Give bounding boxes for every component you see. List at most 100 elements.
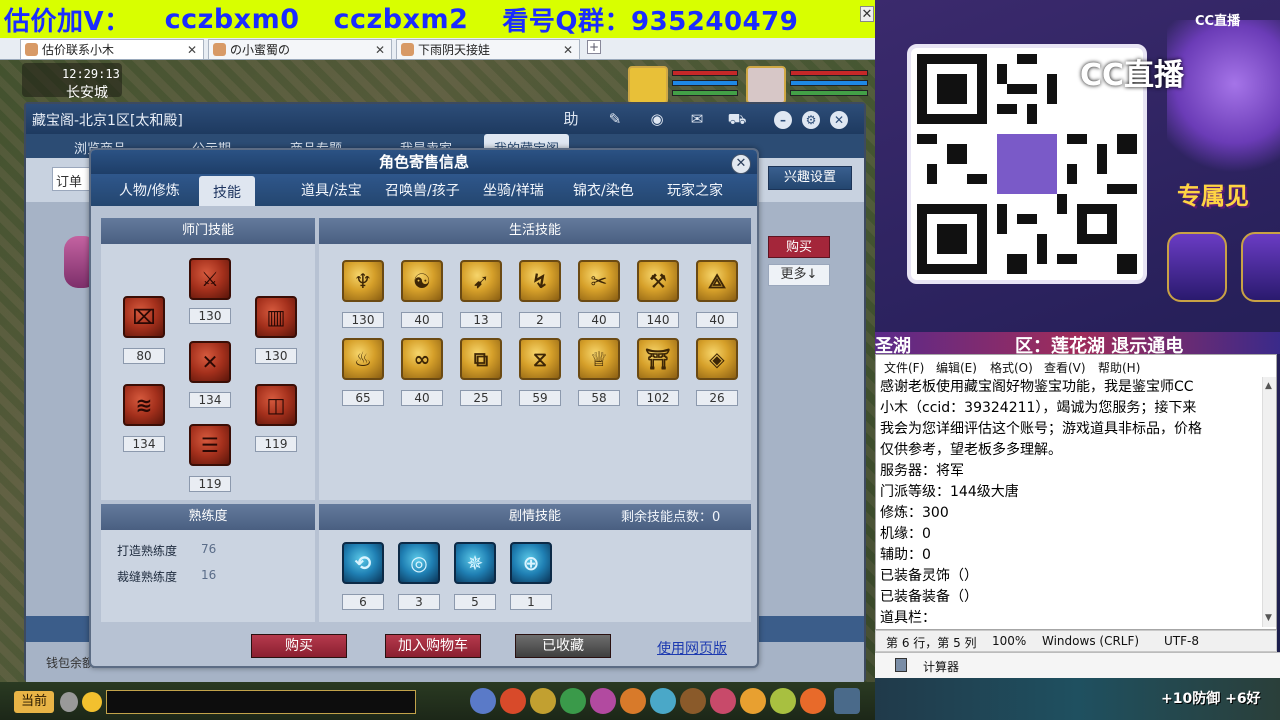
bag-icon[interactable] bbox=[680, 688, 706, 714]
school-skill-icon[interactable]: ≋ bbox=[123, 384, 165, 426]
mascot-image bbox=[1167, 20, 1280, 180]
tab-items[interactable]: 道具/法宝 bbox=[301, 180, 362, 200]
mail-icon[interactable] bbox=[590, 688, 616, 714]
life-skill-icon[interactable]: ⛩ bbox=[637, 338, 679, 380]
scroll-down-icon[interactable]: ▼ bbox=[1265, 613, 1272, 623]
browser-tab-2[interactable]: の小蜜蜀の ✕ bbox=[208, 39, 392, 59]
menu-edit[interactable]: 编辑(E) bbox=[936, 359, 977, 376]
life-skill-icon[interactable]: ✂ bbox=[578, 260, 620, 302]
skill-level: 130 bbox=[189, 308, 231, 324]
chat-icon[interactable]: ✉ bbox=[686, 109, 708, 129]
life-skill-icon[interactable]: ⧉ bbox=[460, 338, 502, 380]
close-icon[interactable]: ✕ bbox=[563, 43, 573, 57]
proficiency-value: 76 bbox=[201, 542, 217, 556]
web-version-link[interactable]: 使用网页版 bbox=[657, 638, 727, 658]
text-line: 感谢老板使用藏宝阁好物鉴宝功能，我是鉴宝师CC bbox=[880, 379, 1194, 395]
favorited-button[interactable]: 已收藏 bbox=[515, 634, 611, 658]
item-icon[interactable] bbox=[500, 688, 526, 714]
life-skill-icon[interactable]: ♨ bbox=[342, 338, 384, 380]
tab-pets[interactable]: 召唤兽/孩子 bbox=[385, 180, 460, 200]
skill-level: 6 bbox=[342, 594, 384, 610]
calculator-icon[interactable] bbox=[895, 658, 907, 672]
life-skill-icon[interactable]: ↯ bbox=[519, 260, 561, 302]
close-icon[interactable]: ✕ bbox=[375, 43, 385, 57]
close-button[interactable]: ✕ bbox=[731, 154, 751, 174]
minimize-button[interactable]: – bbox=[774, 111, 792, 129]
menu-help[interactable]: 帮助(H) bbox=[1098, 359, 1140, 376]
close-icon[interactable]: ✕ bbox=[860, 6, 874, 22]
dialog-tabs: 人物/修炼 技能 道具/法宝 召唤兽/孩子 坐骑/祥瑞 锦衣/染色 玩家之家 bbox=[91, 174, 757, 206]
tab-home[interactable]: 玩家之家 bbox=[667, 180, 723, 200]
school-skills-header: 师门技能 bbox=[101, 218, 315, 244]
life-skill-icon[interactable]: ⟁ bbox=[696, 260, 738, 302]
pet-icon[interactable] bbox=[710, 688, 736, 714]
mic-icon[interactable] bbox=[60, 692, 78, 712]
team-icon[interactable] bbox=[530, 688, 556, 714]
school-skill-icon[interactable]: ✕ bbox=[189, 341, 231, 383]
scroll-up-icon[interactable]: ▲ bbox=[1265, 381, 1272, 391]
help-button[interactable]: 助 bbox=[560, 109, 582, 129]
school-skill-icon[interactable]: ☰ bbox=[189, 424, 231, 466]
life-skill-icon[interactable]: ⚒ bbox=[637, 260, 679, 302]
emoji-icon[interactable] bbox=[82, 692, 102, 712]
chat-input[interactable] bbox=[106, 690, 416, 714]
cart-icon[interactable]: ⛟ bbox=[726, 109, 748, 129]
shop-icon[interactable] bbox=[740, 688, 766, 714]
minimap[interactable]: 12:29:13 长安城 bbox=[22, 63, 122, 101]
record-icon[interactable]: ◉ bbox=[646, 109, 668, 129]
tab-skills[interactable]: 技能 bbox=[199, 176, 255, 206]
remaining-label: 剩余技能点数： bbox=[621, 510, 713, 525]
life-skill-icon[interactable]: ♕ bbox=[578, 338, 620, 380]
tab-mounts[interactable]: 坐骑/祥瑞 bbox=[483, 180, 544, 200]
menu-file[interactable]: 文件(F) bbox=[884, 359, 924, 376]
school-skill-icon[interactable]: ⚔ bbox=[189, 258, 231, 300]
life-skill-icon[interactable]: ➹ bbox=[460, 260, 502, 302]
new-tab-button[interactable]: + bbox=[587, 40, 601, 54]
text-line: 小木（ccid：39324211），竭诚为您服务；接下来 bbox=[880, 400, 1197, 416]
vertical-scrollbar[interactable]: ▲ ▼ bbox=[1262, 377, 1276, 627]
life-skill-icon[interactable]: ◈ bbox=[696, 338, 738, 380]
browser-tab-1[interactable]: 估价联系小木 ✕ bbox=[20, 39, 204, 59]
tab-character[interactable]: 人物/修炼 bbox=[119, 180, 180, 200]
text-line: 仅供参考，望老板多多理解。 bbox=[880, 442, 1062, 458]
skill-icon[interactable] bbox=[470, 688, 496, 714]
quest-icon[interactable] bbox=[620, 688, 646, 714]
pin-icon[interactable]: ✎ bbox=[604, 109, 626, 129]
guild-icon[interactable] bbox=[650, 688, 676, 714]
life-skill-icon[interactable]: ∞ bbox=[401, 338, 443, 380]
close-icon[interactable]: ✕ bbox=[187, 43, 197, 57]
player-portrait[interactable] bbox=[746, 66, 786, 104]
story-skill-icon[interactable]: ⟲ bbox=[342, 542, 384, 584]
taskbar: 计算器 bbox=[875, 652, 1280, 678]
life-skill-icon[interactable]: ⧖ bbox=[519, 338, 561, 380]
browser-tab-3[interactable]: 下雨阴天接娃 ✕ bbox=[396, 39, 580, 59]
school-skill-icon[interactable]: ⌧ bbox=[123, 296, 165, 338]
interest-settings-button[interactable]: 兴趣设置 bbox=[768, 166, 852, 190]
buy-button[interactable]: 购买 bbox=[768, 236, 830, 258]
channel-button[interactable]: 当前 bbox=[14, 691, 54, 713]
story-skill-icon[interactable]: ⊕ bbox=[510, 542, 552, 584]
friend-icon[interactable] bbox=[560, 688, 586, 714]
story-skill-icon[interactable]: ✵ bbox=[454, 542, 496, 584]
skill-level: 1 bbox=[510, 594, 552, 610]
notepad-text-area[interactable]: 感谢老板使用藏宝阁好物鉴宝功能，我是鉴宝师CC 小木（ccid：39324211… bbox=[880, 377, 1260, 629]
menu-view[interactable]: 查看(V) bbox=[1044, 359, 1086, 376]
menu-format[interactable]: 格式(O) bbox=[990, 359, 1033, 376]
add-to-cart-button[interactable]: 加入购物车 bbox=[385, 634, 481, 658]
school-skill-icon[interactable]: ▥ bbox=[255, 296, 297, 338]
menu-icon[interactable] bbox=[834, 688, 860, 714]
text-line: 服务器：将军 bbox=[880, 463, 964, 479]
tab-costume[interactable]: 锦衣/染色 bbox=[573, 180, 634, 200]
activity-icon[interactable] bbox=[800, 688, 826, 714]
school-skill-icon[interactable]: ◫ bbox=[255, 384, 297, 426]
system-icon[interactable] bbox=[770, 688, 796, 714]
taskbar-item-calculator[interactable]: 计算器 bbox=[923, 658, 959, 675]
close-button[interactable]: ✕ bbox=[830, 111, 848, 129]
life-skill-icon[interactable]: ♆ bbox=[342, 260, 384, 302]
buy-button[interactable]: 购买 bbox=[251, 634, 347, 658]
pet-portrait[interactable] bbox=[628, 66, 668, 104]
more-button[interactable]: 更多↓ bbox=[768, 264, 830, 286]
story-skill-icon[interactable]: ◎ bbox=[398, 542, 440, 584]
settings-icon[interactable]: ⚙ bbox=[802, 111, 820, 129]
life-skill-icon[interactable]: ☯ bbox=[401, 260, 443, 302]
